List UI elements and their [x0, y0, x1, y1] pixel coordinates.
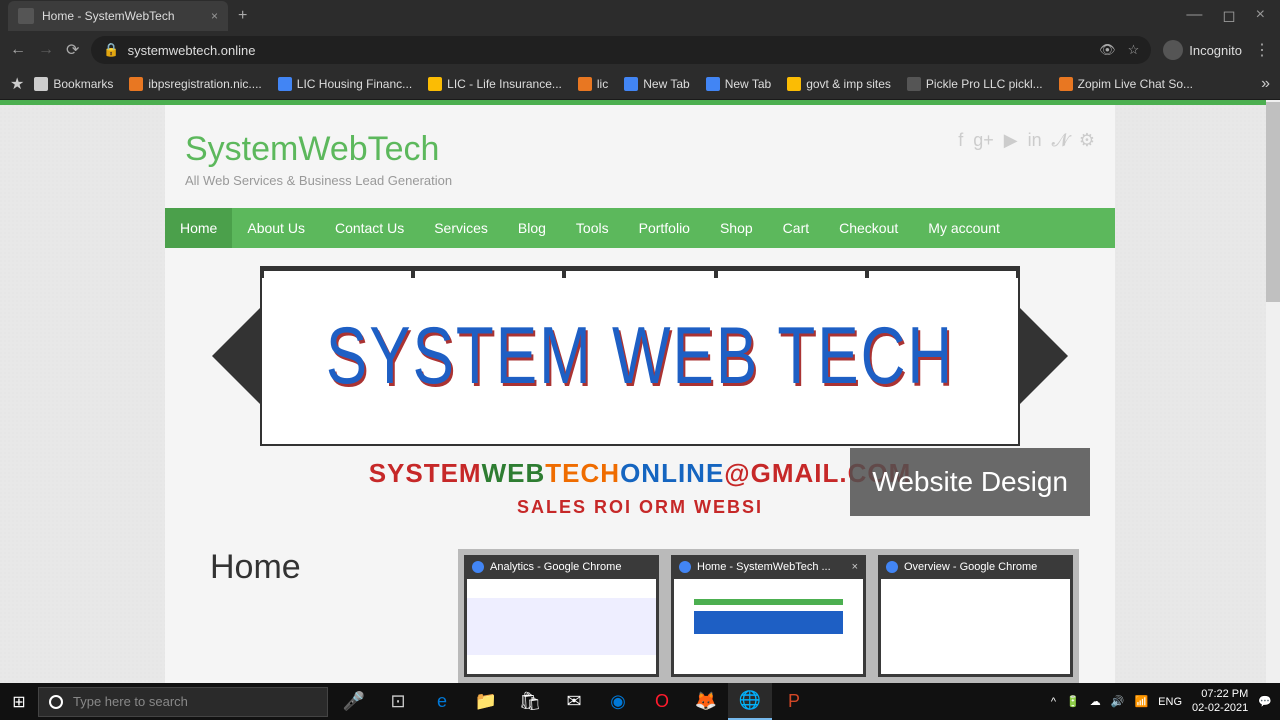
volume-icon[interactable]: 🔊 — [1111, 695, 1125, 708]
nav-home[interactable]: Home — [165, 208, 232, 248]
firefox-icon[interactable]: 🦊 — [684, 683, 728, 720]
nav-shop[interactable]: Shop — [705, 208, 768, 248]
start-button[interactable]: ⊞ — [0, 683, 38, 720]
nav-my-account[interactable]: My account — [913, 208, 1015, 248]
store-icon[interactable]: 🛍 — [508, 683, 552, 720]
logo-text: SYSTEM WEB TECH — [326, 310, 954, 402]
nav-blog[interactable]: Blog — [503, 208, 561, 248]
minimize-icon[interactable]: — — [1186, 6, 1202, 26]
edge2-icon[interactable]: ◉ — [596, 683, 640, 720]
window-controls: — ◻ × — [1186, 6, 1280, 26]
taskbar: ⊞ Type here to search 🎤 ⊡ e 📁 🛍 ✉ ◉ O 🦊 … — [0, 683, 1280, 720]
clock[interactable]: 07:22 PM 02-02-2021 — [1192, 688, 1248, 714]
bookmark-item[interactable]: LIC Housing Financ... — [272, 74, 418, 94]
task-thumb[interactable]: Analytics - Google Chrome — [464, 555, 659, 677]
incognito-indicator[interactable]: Incognito — [1163, 40, 1242, 60]
bookmark-overflow-icon[interactable]: » — [1261, 75, 1270, 93]
bookmark-item[interactable]: LIC - Life Insurance... — [422, 74, 568, 94]
close-icon[interactable]: × — [852, 561, 858, 573]
mail-icon[interactable]: ✉ — [552, 683, 596, 720]
tab-strip: Home - SystemWebTech × + — ◻ × — [0, 0, 1280, 32]
site-header: SystemWebTech All Web Services & Busines… — [165, 105, 1115, 208]
opera-icon[interactable]: O — [640, 683, 684, 720]
bookmarks-bar: ★Bookmarksibpsregistration.nic....LIC Ho… — [0, 68, 1280, 100]
nav-tools[interactable]: Tools — [561, 208, 624, 248]
tab-title: Home - SystemWebTech — [42, 9, 175, 23]
star-icon[interactable]: ☆ — [1128, 42, 1140, 58]
chrome-icon[interactable]: 🌐 — [728, 683, 772, 720]
nav-cart[interactable]: Cart — [768, 208, 824, 248]
notifications-icon[interactable]: 💬 — [1258, 695, 1272, 708]
reload-icon[interactable]: ⟳ — [66, 40, 79, 60]
url-text: systemwebtech.online — [128, 43, 256, 58]
favicon — [18, 8, 34, 24]
design-badge: Website Design — [850, 448, 1090, 516]
social-icon[interactable]: g+ — [973, 130, 994, 151]
browser-tab[interactable]: Home - SystemWebTech × — [8, 1, 228, 31]
powerpoint-icon[interactable]: P — [772, 683, 816, 720]
nav-contact-us[interactable]: Contact Us — [320, 208, 419, 248]
nav-portfolio[interactable]: Portfolio — [624, 208, 705, 248]
task-thumb[interactable]: Home - SystemWebTech ...× — [671, 555, 866, 677]
logo-banner: SYSTEM WEB TECH — [260, 266, 1020, 446]
nav-services[interactable]: Services — [419, 208, 503, 248]
wifi-icon[interactable]: 📶 — [1134, 695, 1148, 708]
bookmark-item[interactable]: Zopim Live Chat So... — [1053, 74, 1199, 94]
browser-menu-icon[interactable]: ⋮ — [1254, 40, 1270, 60]
task-thumb[interactable]: Overview - Google Chrome — [878, 555, 1073, 677]
social-icon[interactable]: in — [1028, 130, 1042, 151]
taskbar-search[interactable]: Type here to search — [38, 687, 328, 717]
explorer-icon[interactable]: 📁 — [464, 683, 508, 720]
system-tray: ^ 🔋 ☁ 🔊 📶 ENG 07:22 PM 02-02-2021 💬 — [1051, 688, 1280, 714]
bookmark-item[interactable]: Pickle Pro LLC pickl... — [901, 74, 1049, 94]
bookmark-item[interactable]: govt & imp sites — [781, 74, 897, 94]
close-tab-icon[interactable]: × — [211, 9, 218, 23]
nav-checkout[interactable]: Checkout — [824, 208, 913, 248]
social-icon[interactable]: ⚙ — [1079, 130, 1095, 151]
lock-icon: 🔒 — [103, 42, 119, 58]
back-icon[interactable]: ← — [10, 41, 26, 59]
eye-off-icon[interactable]: 👁 — [1099, 42, 1116, 58]
address-bar[interactable]: 🔒 systemwebtech.online 👁 ☆ — [91, 36, 1151, 64]
site-title[interactable]: SystemWebTech — [185, 130, 452, 169]
tray-chevron-icon[interactable]: ^ — [1051, 696, 1056, 708]
bookmark-item[interactable]: New Tab — [618, 74, 695, 94]
social-icon[interactable]: ▶ — [1004, 130, 1018, 151]
mic-icon[interactable]: 🎤 — [332, 683, 376, 720]
hero-section: SYSTEM WEB TECH SYSTEMWEBTECHONLINE@GMAI… — [165, 248, 1115, 518]
forward-icon[interactable]: → — [38, 41, 54, 59]
scrollbar[interactable] — [1266, 100, 1280, 683]
battery-icon[interactable]: 🔋 — [1066, 695, 1080, 708]
close-window-icon[interactable]: × — [1256, 6, 1265, 26]
social-icon[interactable]: 𝓝 — [1052, 130, 1069, 151]
edge-icon[interactable]: e — [420, 683, 464, 720]
search-placeholder: Type here to search — [73, 694, 188, 709]
social-icon[interactable]: f — [958, 130, 963, 151]
task-view-icon[interactable]: ⊡ — [376, 683, 420, 720]
bookmark-item[interactable]: ibpsregistration.nic.... — [123, 74, 267, 94]
task-switcher: Analytics - Google Chrome Home - SystemW… — [458, 549, 1079, 683]
new-tab-button[interactable]: + — [238, 7, 247, 25]
bookmark-item[interactable]: lic — [572, 74, 614, 94]
bookmark-item[interactable]: Bookmarks — [28, 74, 119, 94]
bookmark-star-icon[interactable]: ★ — [10, 74, 24, 94]
social-icons: f g+ ▶ in 𝓝 ⚙ — [958, 130, 1095, 151]
site-tagline: All Web Services & Business Lead Generat… — [185, 173, 452, 188]
nav-about-us[interactable]: About Us — [232, 208, 320, 248]
main-nav: HomeAbout UsContact UsServicesBlogToolsP… — [165, 208, 1115, 248]
onedrive-icon[interactable]: ☁ — [1090, 695, 1101, 708]
incognito-icon — [1163, 40, 1183, 60]
cortana-icon — [49, 695, 63, 709]
bookmark-item[interactable]: New Tab — [700, 74, 777, 94]
maximize-icon[interactable]: ◻ — [1222, 6, 1235, 26]
language-icon[interactable]: ENG — [1158, 696, 1182, 708]
browser-toolbar: ← → ⟳ 🔒 systemwebtech.online 👁 ☆ Incogni… — [0, 32, 1280, 68]
